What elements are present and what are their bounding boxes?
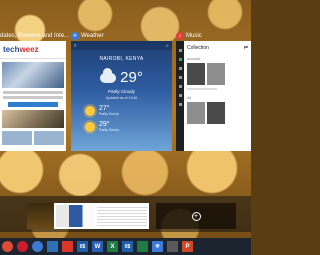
opera-icon[interactable] bbox=[17, 241, 28, 252]
app-header: ≡ ☆ bbox=[71, 41, 172, 50]
onenote-icon[interactable]: 0$ bbox=[122, 241, 133, 252]
sun-icon bbox=[85, 121, 95, 132]
forecast-row: 29° Partly Sunny bbox=[71, 121, 172, 132]
sun-icon bbox=[85, 105, 95, 116]
site-logo: techweez bbox=[3, 45, 39, 54]
music-main: Collection ⇄ Acoustic Alt bbox=[184, 41, 251, 151]
collection-heading: Collection bbox=[187, 45, 209, 51]
headphones-icon: ♪ bbox=[176, 32, 184, 40]
word-icon[interactable]: W bbox=[92, 241, 103, 252]
image-row bbox=[2, 131, 64, 145]
album-tiles bbox=[187, 63, 248, 85]
current-conditions: 29° bbox=[71, 67, 172, 86]
window-thumbnail[interactable]: techweez bbox=[0, 41, 66, 151]
shuffle-icon: ⇄ bbox=[243, 45, 248, 51]
section-label: Alt bbox=[187, 96, 192, 100]
chrome-icon[interactable] bbox=[32, 241, 43, 252]
section-label: Acoustic bbox=[187, 57, 201, 61]
subscribe-button bbox=[8, 102, 58, 107]
window-title-bar: ♪ Music bbox=[176, 31, 202, 41]
excel-icon[interactable]: X bbox=[107, 241, 118, 252]
music-sidebar bbox=[176, 41, 184, 151]
window-title: Music bbox=[186, 33, 202, 39]
photos-icon[interactable] bbox=[47, 241, 58, 252]
article-image bbox=[2, 62, 64, 88]
window-thumbnail[interactable]: Collection ⇄ Acoustic Alt bbox=[176, 41, 251, 151]
window-thumbnail[interactable]: ≡ ☆ NAIROBI, KENYA 29° Partly Cloudy Upda… bbox=[71, 41, 172, 151]
powerpoint-icon[interactable]: P bbox=[182, 241, 193, 252]
desktop-thumbnail-active[interactable] bbox=[54, 203, 101, 229]
window-title-bar: ☀ Weather bbox=[71, 31, 104, 41]
virtual-desktops-bar: + bbox=[0, 196, 251, 232]
new-desktop-button[interactable]: + bbox=[156, 203, 236, 229]
music-icon[interactable] bbox=[167, 241, 178, 252]
chrome-icon[interactable] bbox=[2, 241, 13, 252]
current-temperature: 29° bbox=[120, 69, 143, 86]
onedrive-icon[interactable]: 0$ bbox=[77, 241, 88, 252]
window-title: Weather bbox=[81, 33, 104, 39]
weather-location: NAIROBI, KENYA bbox=[99, 56, 144, 62]
acrobat-icon[interactable] bbox=[62, 241, 73, 252]
cloud-icon bbox=[100, 67, 117, 83]
weather-details: Updated as of 13:46 bbox=[105, 96, 138, 100]
weather-condition: Partly Cloudy bbox=[108, 89, 135, 94]
site-header: techweez bbox=[0, 41, 66, 59]
text-line bbox=[3, 91, 63, 94]
desktop-thumbnail[interactable] bbox=[95, 203, 149, 229]
article-image bbox=[2, 110, 64, 128]
text-line bbox=[3, 96, 63, 99]
taskbar: 0$ W X 0$ ☀ P bbox=[0, 238, 251, 255]
weather-icon: ☀ bbox=[71, 32, 79, 40]
excel-icon[interactable] bbox=[137, 241, 148, 252]
window-title: dates, Reviews and Inte... bbox=[0, 33, 70, 39]
window-title-bar: dates, Reviews and Inte... bbox=[0, 31, 69, 41]
plus-icon: + bbox=[191, 211, 201, 221]
forecast-temp: 29° Partly Sunny bbox=[99, 121, 119, 132]
album-tiles bbox=[187, 102, 248, 124]
forecast-temp: 27° Partly Sunny bbox=[99, 105, 119, 116]
weather-icon[interactable]: ☀ bbox=[152, 241, 163, 252]
forecast-row: 27° Partly Sunny bbox=[71, 105, 172, 116]
